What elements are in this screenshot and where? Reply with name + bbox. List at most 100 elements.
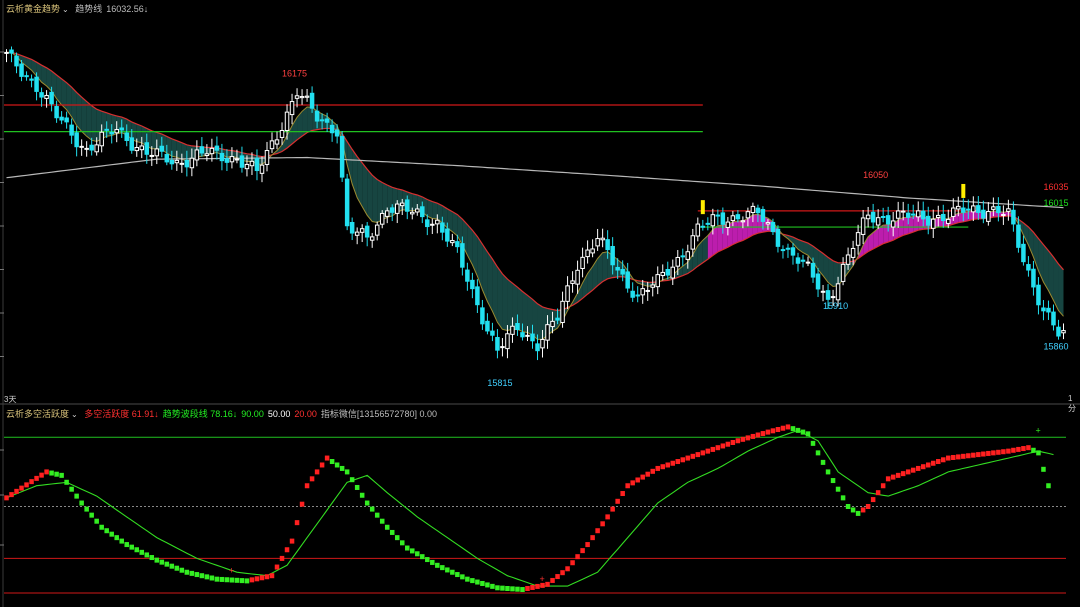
candle[interactable] [925, 215, 931, 226]
candle[interactable] [154, 148, 160, 157]
activity-block[interactable] [89, 512, 94, 518]
candle[interactable] [735, 214, 741, 220]
candle[interactable] [966, 208, 971, 211]
activity-block[interactable] [640, 474, 645, 480]
candle[interactable] [605, 239, 610, 251]
candle[interactable] [971, 205, 976, 213]
candle[interactable] [204, 153, 210, 156]
activity-block[interactable] [600, 521, 605, 527]
candle[interactable] [9, 49, 14, 54]
candle[interactable] [835, 283, 841, 301]
activity-block[interactable] [284, 547, 290, 553]
candle[interactable] [500, 346, 505, 349]
activity-block[interactable] [890, 474, 896, 480]
activity-block[interactable] [986, 450, 991, 456]
activity-block[interactable] [961, 453, 966, 459]
activity-block[interactable] [645, 471, 650, 477]
activity-block[interactable] [665, 462, 671, 468]
candle[interactable] [129, 137, 134, 151]
activity-block[interactable] [369, 506, 375, 512]
chevron-down-icon[interactable]: ⌄ [62, 5, 69, 14]
candle[interactable] [705, 222, 711, 225]
candle[interactable] [690, 235, 696, 250]
candle[interactable] [991, 206, 996, 210]
activity-block[interactable] [900, 471, 906, 477]
activity-block[interactable] [144, 552, 150, 558]
activity-block[interactable] [279, 555, 285, 561]
candle[interactable] [379, 212, 385, 225]
activity-block[interactable] [790, 426, 796, 432]
candle[interactable] [675, 256, 681, 267]
activity-block[interactable] [850, 507, 856, 513]
candle[interactable] [805, 261, 811, 264]
candle[interactable] [229, 156, 235, 163]
activity-block[interactable] [384, 524, 390, 530]
activity-block[interactable] [450, 569, 455, 575]
candle[interactable] [1031, 268, 1036, 288]
candle[interactable] [359, 228, 365, 233]
candle[interactable] [269, 140, 275, 150]
activity-block[interactable] [1021, 446, 1026, 452]
signal-marker-1[interactable] [961, 183, 966, 198]
activity-block[interactable] [79, 500, 84, 506]
candle[interactable] [1026, 264, 1031, 271]
candle[interactable] [4, 51, 9, 54]
candle[interactable] [144, 142, 150, 155]
activity-block[interactable] [455, 572, 460, 578]
candle[interactable] [951, 207, 956, 217]
activity-block[interactable] [430, 559, 435, 565]
candle[interactable] [425, 219, 430, 228]
activity-block[interactable] [339, 465, 345, 471]
candle[interactable] [920, 210, 926, 220]
candle[interactable] [1036, 284, 1041, 306]
activity-block[interactable] [59, 472, 64, 478]
activity-block[interactable] [134, 547, 140, 553]
candle[interactable] [505, 333, 510, 350]
activity-block[interactable] [259, 575, 265, 581]
activity-block[interactable] [104, 528, 109, 534]
activity-block[interactable] [249, 577, 255, 583]
activity-block[interactable] [199, 573, 205, 579]
candle[interactable] [89, 144, 94, 151]
activity-block[interactable] [224, 577, 230, 583]
activity-block[interactable] [194, 572, 200, 578]
activity-block[interactable] [394, 535, 400, 541]
activity-block[interactable] [685, 455, 691, 461]
candle[interactable] [565, 285, 570, 302]
candle[interactable] [820, 290, 826, 293]
candle[interactable] [279, 129, 285, 138]
candle[interactable] [319, 119, 325, 122]
candle[interactable] [399, 202, 405, 207]
candle[interactable] [745, 211, 751, 219]
candle[interactable] [59, 116, 64, 121]
candle[interactable] [209, 147, 215, 155]
candle[interactable] [249, 160, 255, 167]
candle[interactable] [164, 153, 170, 163]
activity-block[interactable] [1016, 446, 1021, 452]
activity-block[interactable] [319, 462, 325, 468]
activity-block[interactable] [605, 514, 610, 520]
activity-block[interactable] [445, 567, 450, 573]
activity-block[interactable] [895, 472, 901, 478]
candle[interactable] [915, 210, 921, 218]
candle[interactable] [274, 139, 280, 145]
candle[interactable] [74, 132, 79, 148]
candle[interactable] [600, 237, 605, 241]
candle[interactable] [780, 249, 786, 252]
candle[interactable] [14, 55, 19, 67]
activity-block[interactable] [9, 492, 14, 498]
activity-block[interactable] [229, 577, 235, 583]
activity-block[interactable] [795, 427, 801, 433]
candle[interactable] [936, 214, 941, 219]
candle[interactable] [740, 220, 746, 223]
candle[interactable] [490, 330, 495, 336]
activity-block[interactable] [99, 524, 104, 530]
activity-block[interactable] [244, 578, 250, 584]
candle[interactable] [550, 320, 555, 328]
candle[interactable] [354, 231, 360, 236]
candle[interactable] [1041, 307, 1046, 312]
activity-block[interactable] [435, 562, 440, 568]
activity-block[interactable] [410, 548, 415, 554]
candle[interactable] [119, 127, 124, 131]
activity-block[interactable] [830, 478, 836, 484]
